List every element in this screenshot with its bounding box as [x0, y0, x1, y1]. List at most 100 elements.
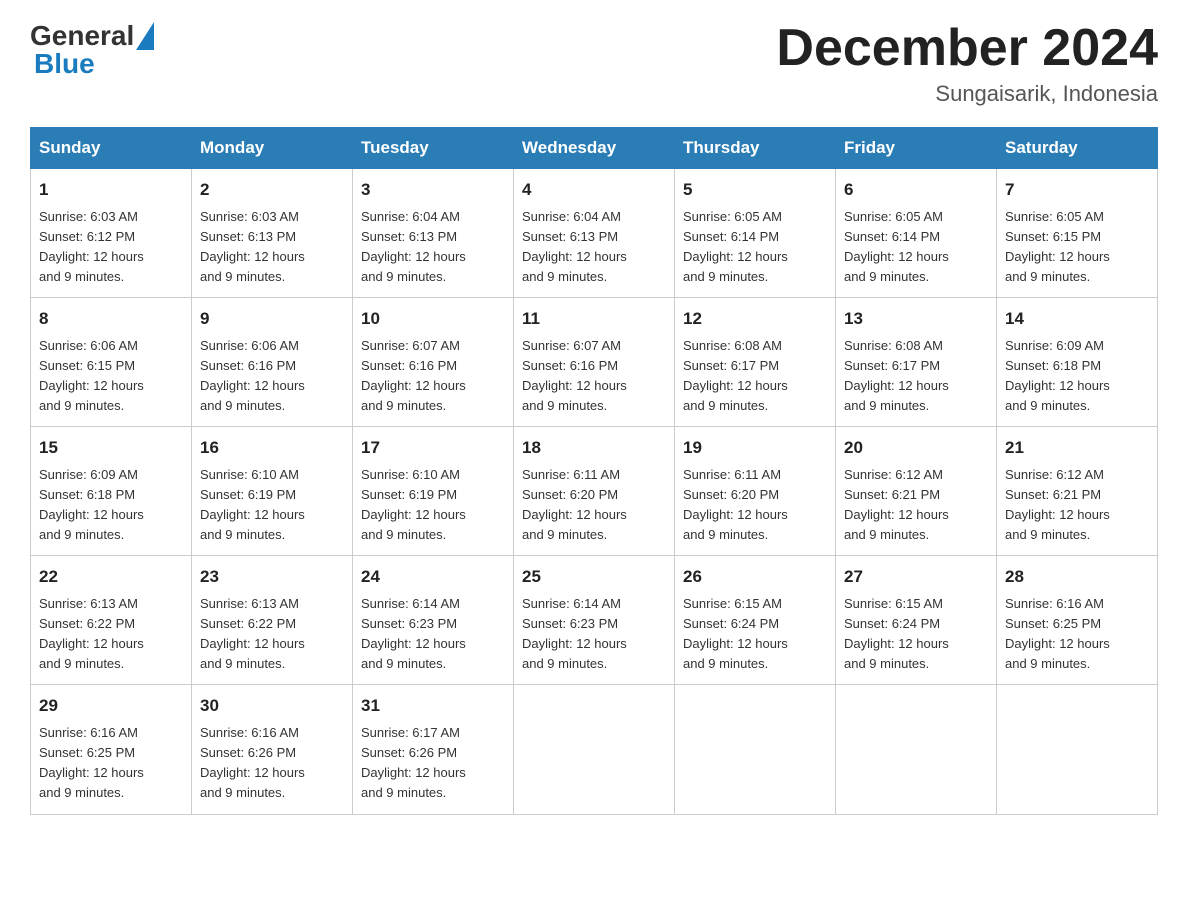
calendar-header-row: SundayMondayTuesdayWednesdayThursdayFrid…: [31, 128, 1158, 169]
table-cell: [836, 685, 997, 814]
day-info: Sunrise: 6:09 AMSunset: 6:18 PMDaylight:…: [1005, 336, 1149, 417]
table-cell: 11 Sunrise: 6:07 AMSunset: 6:16 PMDayligh…: [514, 298, 675, 427]
table-cell: 16 Sunrise: 6:10 AMSunset: 6:19 PMDayligh…: [192, 427, 353, 556]
day-number: 1: [39, 177, 183, 203]
day-info: Sunrise: 6:10 AMSunset: 6:19 PMDaylight:…: [200, 465, 344, 546]
week-row-1: 1 Sunrise: 6:03 AMSunset: 6:12 PMDaylight…: [31, 169, 1158, 298]
day-number: 23: [200, 564, 344, 590]
day-info: Sunrise: 6:07 AMSunset: 6:16 PMDaylight:…: [361, 336, 505, 417]
table-cell: [675, 685, 836, 814]
day-number: 4: [522, 177, 666, 203]
day-number: 30: [200, 693, 344, 719]
header-thursday: Thursday: [675, 128, 836, 169]
day-info: Sunrise: 6:09 AMSunset: 6:18 PMDaylight:…: [39, 465, 183, 546]
day-info: Sunrise: 6:05 AMSunset: 6:14 PMDaylight:…: [844, 207, 988, 288]
logo-triangle-icon: [136, 22, 154, 50]
day-info: Sunrise: 6:04 AMSunset: 6:13 PMDaylight:…: [522, 207, 666, 288]
table-cell: 18 Sunrise: 6:11 AMSunset: 6:20 PMDayligh…: [514, 427, 675, 556]
day-number: 26: [683, 564, 827, 590]
table-cell: 25 Sunrise: 6:14 AMSunset: 6:23 PMDayligh…: [514, 556, 675, 685]
table-cell: 24Sunrise: 6:14 AMSunset: 6:23 PMDayligh…: [353, 556, 514, 685]
day-info: Sunrise: 6:04 AMSunset: 6:13 PMDaylight:…: [361, 207, 505, 288]
day-info: Sunrise: 6:12 AMSunset: 6:21 PMDaylight:…: [844, 465, 988, 546]
header-friday: Friday: [836, 128, 997, 169]
day-number: 3: [361, 177, 505, 203]
day-number: 10: [361, 306, 505, 332]
day-info: Sunrise: 6:12 AMSunset: 6:21 PMDaylight:…: [1005, 465, 1149, 546]
day-info: Sunrise: 6:15 AMSunset: 6:24 PMDaylight:…: [844, 594, 988, 675]
table-cell: 27 Sunrise: 6:15 AMSunset: 6:24 PMDayligh…: [836, 556, 997, 685]
day-number: 21: [1005, 435, 1149, 461]
location-title: Sungaisarik, Indonesia: [776, 81, 1158, 107]
header-tuesday: Tuesday: [353, 128, 514, 169]
day-info: Sunrise: 6:13 AMSunset: 6:22 PMDaylight:…: [39, 594, 183, 675]
day-info: Sunrise: 6:16 AMSunset: 6:25 PMDaylight:…: [1005, 594, 1149, 675]
day-number: 8: [39, 306, 183, 332]
day-number: 18: [522, 435, 666, 461]
table-cell: 8 Sunrise: 6:06 AMSunset: 6:15 PMDaylight…: [31, 298, 192, 427]
day-number: 9: [200, 306, 344, 332]
day-number: 25: [522, 564, 666, 590]
table-cell: 29 Sunrise: 6:16 AMSunset: 6:25 PMDayligh…: [31, 685, 192, 814]
table-cell: 26 Sunrise: 6:15 AMSunset: 6:24 PMDayligh…: [675, 556, 836, 685]
day-info: Sunrise: 6:06 AMSunset: 6:15 PMDaylight:…: [39, 336, 183, 417]
title-block: December 2024 Sungaisarik, Indonesia: [776, 20, 1158, 107]
day-info: Sunrise: 6:03 AMSunset: 6:13 PMDaylight:…: [200, 207, 344, 288]
week-row-4: 22Sunrise: 6:13 AMSunset: 6:22 PMDayligh…: [31, 556, 1158, 685]
week-row-2: 8 Sunrise: 6:06 AMSunset: 6:15 PMDaylight…: [31, 298, 1158, 427]
week-row-3: 15 Sunrise: 6:09 AMSunset: 6:18 PMDayligh…: [31, 427, 1158, 556]
day-info: Sunrise: 6:07 AMSunset: 6:16 PMDaylight:…: [522, 336, 666, 417]
table-cell: 10 Sunrise: 6:07 AMSunset: 6:16 PMDayligh…: [353, 298, 514, 427]
page-header: General Blue December 2024 Sungaisarik, …: [30, 20, 1158, 107]
day-number: 28: [1005, 564, 1149, 590]
table-cell: 2 Sunrise: 6:03 AMSunset: 6:13 PMDaylight…: [192, 169, 353, 298]
table-cell: 13 Sunrise: 6:08 AMSunset: 6:17 PMDayligh…: [836, 298, 997, 427]
day-number: 13: [844, 306, 988, 332]
table-cell: 6Sunrise: 6:05 AMSunset: 6:14 PMDaylight…: [836, 169, 997, 298]
calendar-table: SundayMondayTuesdayWednesdayThursdayFrid…: [30, 127, 1158, 814]
table-cell: 4 Sunrise: 6:04 AMSunset: 6:13 PMDaylight…: [514, 169, 675, 298]
day-number: 20: [844, 435, 988, 461]
day-info: Sunrise: 6:13 AMSunset: 6:22 PMDaylight:…: [200, 594, 344, 675]
table-cell: 3 Sunrise: 6:04 AMSunset: 6:13 PMDaylight…: [353, 169, 514, 298]
table-cell: 28 Sunrise: 6:16 AMSunset: 6:25 PMDayligh…: [997, 556, 1158, 685]
day-info: Sunrise: 6:16 AMSunset: 6:25 PMDaylight:…: [39, 723, 183, 804]
table-cell: 7 Sunrise: 6:05 AMSunset: 6:15 PMDaylight…: [997, 169, 1158, 298]
day-info: Sunrise: 6:05 AMSunset: 6:14 PMDaylight:…: [683, 207, 827, 288]
day-info: Sunrise: 6:10 AMSunset: 6:19 PMDaylight:…: [361, 465, 505, 546]
day-number: 17: [361, 435, 505, 461]
day-number: 15: [39, 435, 183, 461]
day-number: 2: [200, 177, 344, 203]
table-cell: 15 Sunrise: 6:09 AMSunset: 6:18 PMDayligh…: [31, 427, 192, 556]
day-number: 11: [522, 306, 666, 332]
day-number: 12: [683, 306, 827, 332]
day-info: Sunrise: 6:08 AMSunset: 6:17 PMDaylight:…: [683, 336, 827, 417]
day-info: Sunrise: 6:17 AMSunset: 6:26 PMDaylight:…: [361, 723, 505, 804]
day-info: Sunrise: 6:15 AMSunset: 6:24 PMDaylight:…: [683, 594, 827, 675]
day-info: Sunrise: 6:11 AMSunset: 6:20 PMDaylight:…: [683, 465, 827, 546]
day-info: Sunrise: 6:08 AMSunset: 6:17 PMDaylight:…: [844, 336, 988, 417]
table-cell: 14Sunrise: 6:09 AMSunset: 6:18 PMDayligh…: [997, 298, 1158, 427]
table-cell: 30Sunrise: 6:16 AMSunset: 6:26 PMDayligh…: [192, 685, 353, 814]
table-cell: 31 Sunrise: 6:17 AMSunset: 6:26 PMDayligh…: [353, 685, 514, 814]
logo-blue-text: Blue: [30, 48, 95, 80]
day-info: Sunrise: 6:06 AMSunset: 6:16 PMDaylight:…: [200, 336, 344, 417]
week-row-5: 29 Sunrise: 6:16 AMSunset: 6:25 PMDayligh…: [31, 685, 1158, 814]
day-number: 7: [1005, 177, 1149, 203]
day-number: 27: [844, 564, 988, 590]
day-number: 24: [361, 564, 505, 590]
table-cell: 17 Sunrise: 6:10 AMSunset: 6:19 PMDayligh…: [353, 427, 514, 556]
day-number: 16: [200, 435, 344, 461]
day-number: 29: [39, 693, 183, 719]
day-info: Sunrise: 6:03 AMSunset: 6:12 PMDaylight:…: [39, 207, 183, 288]
table-cell: 19Sunrise: 6:11 AMSunset: 6:20 PMDayligh…: [675, 427, 836, 556]
day-number: 31: [361, 693, 505, 719]
day-info: Sunrise: 6:14 AMSunset: 6:23 PMDaylight:…: [522, 594, 666, 675]
day-info: Sunrise: 6:05 AMSunset: 6:15 PMDaylight:…: [1005, 207, 1149, 288]
table-cell: [514, 685, 675, 814]
table-cell: 9 Sunrise: 6:06 AMSunset: 6:16 PMDaylight…: [192, 298, 353, 427]
table-cell: [997, 685, 1158, 814]
header-monday: Monday: [192, 128, 353, 169]
day-info: Sunrise: 6:11 AMSunset: 6:20 PMDaylight:…: [522, 465, 666, 546]
header-sunday: Sunday: [31, 128, 192, 169]
